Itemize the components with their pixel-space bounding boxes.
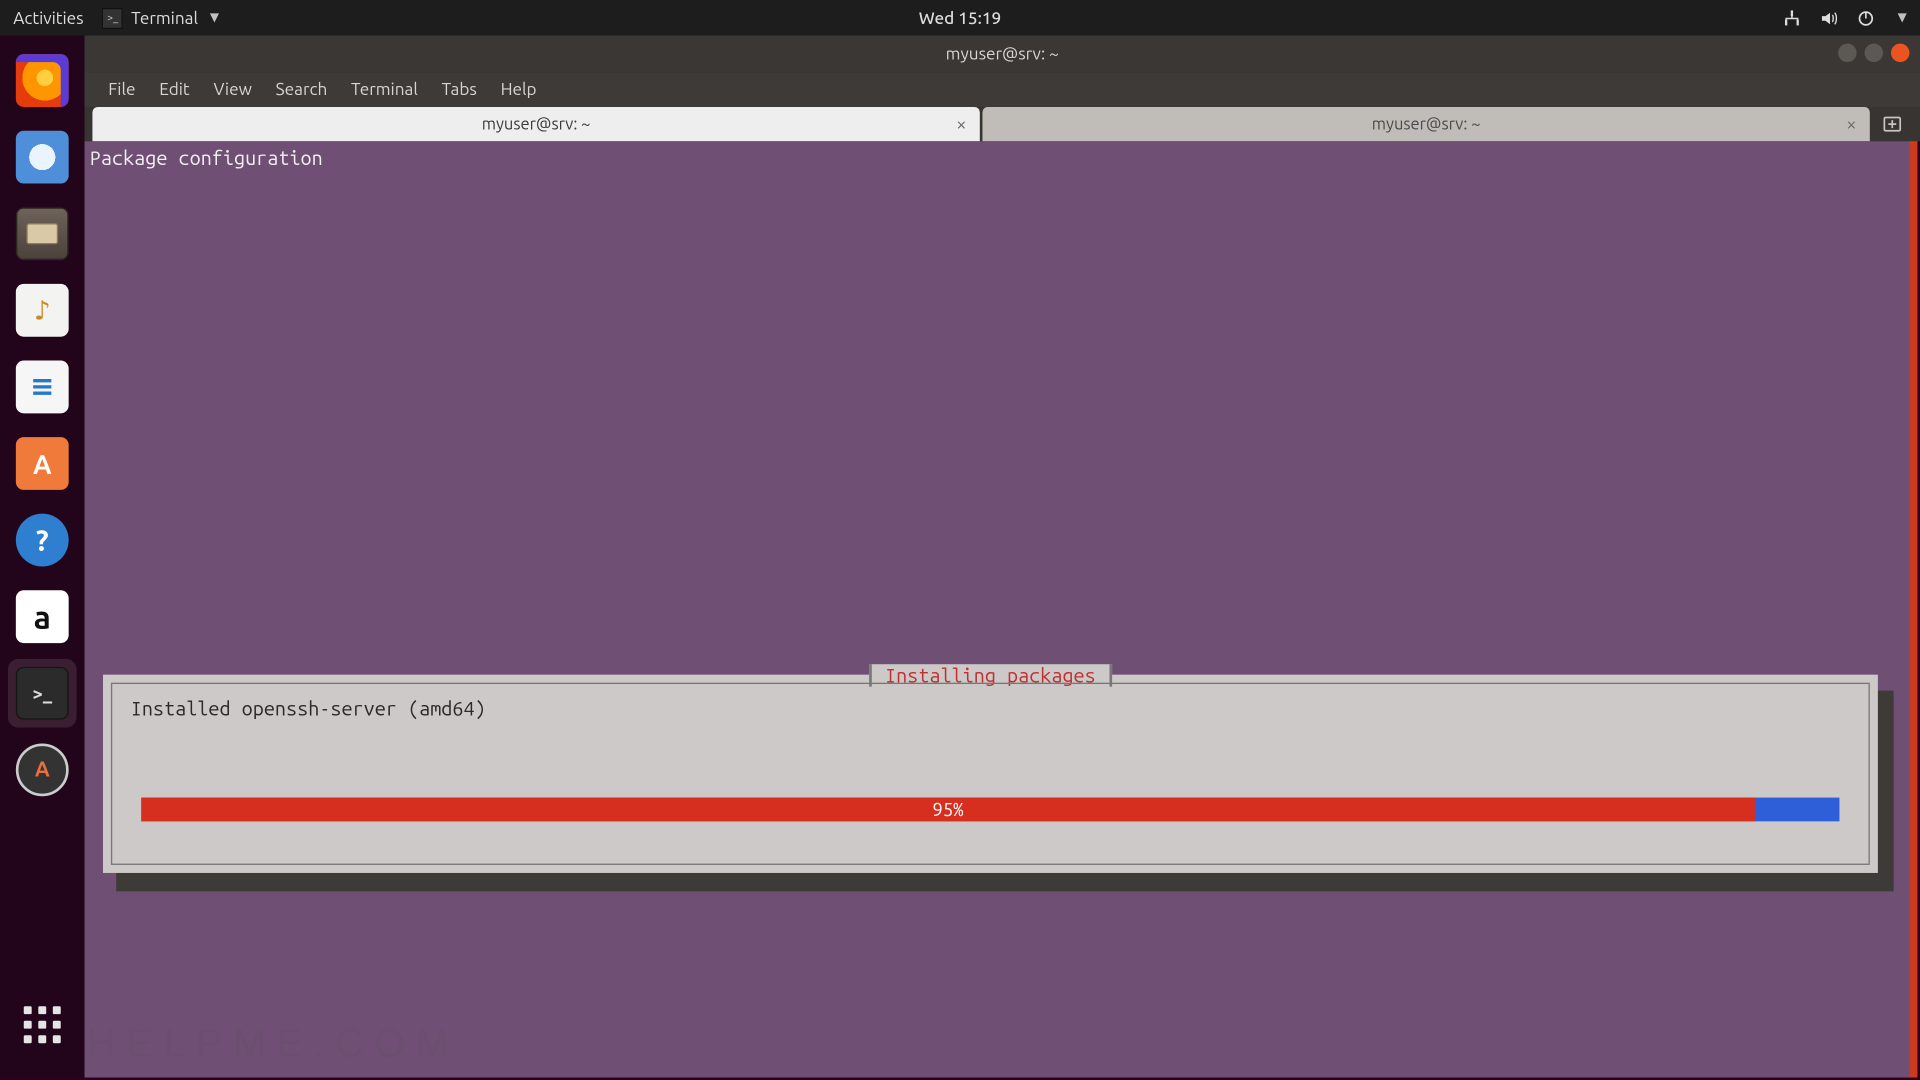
dock-files[interactable] bbox=[8, 199, 77, 268]
tab-close-icon[interactable]: × bbox=[956, 114, 966, 135]
progress-bar: 95% bbox=[141, 798, 1839, 822]
tab-1[interactable]: myuser@srv: ~ × bbox=[92, 107, 979, 141]
tab-label: myuser@srv: ~ bbox=[1372, 115, 1481, 133]
power-icon[interactable] bbox=[1857, 9, 1875, 27]
dock bbox=[0, 36, 85, 1078]
terminal-app-icon bbox=[102, 7, 123, 28]
tab-label: myuser@srv: ~ bbox=[482, 115, 591, 133]
install-status-line: Installed openssh-server (amd64) bbox=[131, 697, 1850, 719]
menu-edit[interactable]: Edit bbox=[149, 77, 201, 103]
progress-fill: 95% bbox=[141, 798, 1754, 822]
dock-thunderbird[interactable] bbox=[8, 123, 77, 192]
package-config-header: Package configuration bbox=[85, 141, 1910, 174]
firefox-icon bbox=[16, 54, 69, 107]
menu-view[interactable]: View bbox=[203, 77, 263, 103]
menu-help[interactable]: Help bbox=[490, 77, 547, 103]
amazon-icon bbox=[16, 590, 69, 643]
dock-amazon[interactable] bbox=[8, 582, 77, 651]
app-menu[interactable]: Terminal ▼ bbox=[102, 7, 219, 28]
terminal-icon bbox=[16, 667, 69, 720]
writer-icon bbox=[16, 360, 69, 413]
watermark-text: HELPME.COM bbox=[87, 1022, 459, 1067]
terminal-viewport[interactable]: Package configuration Installing package… bbox=[85, 141, 1918, 1077]
clock[interactable]: Wed 15:19 bbox=[919, 9, 1001, 27]
dock-rhythmbox[interactable] bbox=[8, 276, 77, 345]
dock-writer[interactable] bbox=[8, 353, 77, 422]
volume-icon[interactable] bbox=[1820, 9, 1838, 27]
software-icon bbox=[16, 437, 69, 490]
terminal-window: myuser@srv: ~ File Edit View Search Term… bbox=[85, 36, 1920, 142]
system-menu-caret-icon[interactable]: ▼ bbox=[1898, 11, 1907, 26]
dock-software[interactable] bbox=[8, 429, 77, 498]
tab-2[interactable]: myuser@srv: ~ × bbox=[982, 107, 1869, 141]
tabstrip: myuser@srv: ~ × myuser@srv: ~ × bbox=[85, 107, 1920, 141]
help-icon bbox=[16, 514, 69, 567]
app-menu-label: Terminal bbox=[131, 9, 198, 27]
rhythmbox-icon bbox=[16, 284, 69, 337]
window-titlebar[interactable]: myuser@srv: ~ bbox=[85, 36, 1920, 73]
files-icon bbox=[16, 207, 69, 260]
menu-search[interactable]: Search bbox=[265, 77, 338, 103]
menu-file[interactable]: File bbox=[98, 77, 146, 103]
thunderbird-icon bbox=[16, 131, 69, 184]
chevron-down-icon: ▼ bbox=[210, 11, 219, 26]
dock-help[interactable] bbox=[8, 506, 77, 575]
menubar: File Edit View Search Terminal Tabs Help bbox=[85, 73, 1920, 107]
new-tab-button[interactable] bbox=[1872, 107, 1912, 141]
activities-button[interactable]: Activities bbox=[13, 9, 83, 27]
progress-label: 95% bbox=[932, 799, 963, 820]
network-icon[interactable] bbox=[1783, 9, 1801, 27]
dock-terminal[interactable] bbox=[8, 659, 77, 728]
menu-terminal[interactable]: Terminal bbox=[340, 77, 428, 103]
minimize-button[interactable] bbox=[1838, 44, 1856, 62]
menu-tabs[interactable]: Tabs bbox=[431, 77, 487, 103]
installing-packages-dialog: Installing packages Installed openssh-se… bbox=[103, 675, 1878, 873]
maximize-button[interactable] bbox=[1865, 44, 1883, 62]
window-title: myuser@srv: ~ bbox=[946, 45, 1059, 63]
dock-updater[interactable] bbox=[8, 736, 77, 805]
tab-close-icon[interactable]: × bbox=[1846, 114, 1856, 135]
updater-icon bbox=[16, 743, 69, 796]
gnome-topbar: Activities Terminal ▼ Wed 15:19 ▼ bbox=[0, 0, 1920, 36]
dock-firefox[interactable] bbox=[8, 46, 77, 115]
show-applications-button[interactable] bbox=[8, 990, 77, 1059]
close-button[interactable] bbox=[1891, 44, 1909, 62]
